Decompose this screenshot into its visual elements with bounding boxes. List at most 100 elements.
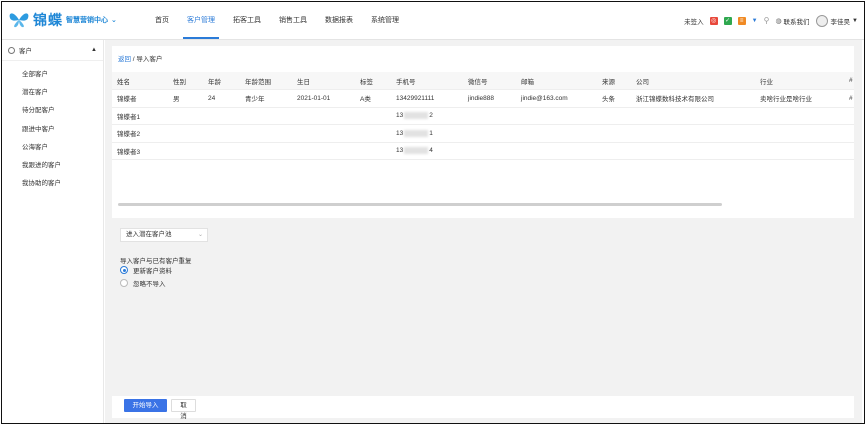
radio-checked-icon <box>120 266 128 274</box>
nav-prospecting-tools[interactable]: 拓客工具 <box>225 2 269 39</box>
chevron-up-icon: ▲ <box>91 47 97 53</box>
checkin-status: 未签入 <box>684 18 704 26</box>
masked-digits <box>404 147 429 155</box>
target-pool-select[interactable]: 进入潜在客户池 ⌄ <box>120 228 208 242</box>
breadcrumb: 返回 / 导入客户 <box>118 53 162 63</box>
logo-subtitle: 智慧营销中心 <box>66 17 108 24</box>
cell-source: 头条 <box>597 89 631 108</box>
table-row: 锦蝶者3 13 4 <box>112 142 854 160</box>
caret-down-icon[interactable]: ▼ <box>752 18 758 24</box>
import-options: 进入潜在客户池 ⌄ 导入客户与已有客户重复 更新客户资料 忽略不导入 <box>112 219 854 336</box>
radio-skip-label: 忽略不导入 <box>133 281 166 288</box>
chevron-down-icon: ⌄ <box>197 232 203 238</box>
orange-app-icon[interactable]: ≡ <box>737 16 746 25</box>
user-name: 李佳昊 <box>830 18 851 26</box>
column-header: 生日 <box>292 72 355 90</box>
horizontal-scrollbar[interactable] <box>118 203 722 206</box>
avatar <box>815 14 828 27</box>
sidebar-group-customers[interactable]: 客户 ▲ <box>2 40 103 61</box>
import-preview-panel: 返回 / 导入客户 姓名 性别 年龄 年龄范围 生日 标签 手机号 微信号 邮箱… <box>112 46 854 218</box>
butterfly-logo-icon <box>9 13 29 28</box>
table-row: 锦蝶者1 13 2 <box>112 107 854 125</box>
sidebar-item-all-customers[interactable]: 全部客户 <box>2 66 103 84</box>
target-pool-value: 进入潜在客户池 <box>126 231 172 238</box>
column-header: 标签 <box>355 72 391 90</box>
sidebar-item-my-followed[interactable]: 我跟进的客户 <box>2 157 103 175</box>
cell-name: 锦蝶者3 <box>112 142 168 160</box>
column-header: 公司 <box>631 72 755 90</box>
chevron-down-icon[interactable]: ⌄ <box>111 16 117 24</box>
cell-name: 锦蝶者1 <box>112 107 168 125</box>
column-header: 行业 <box>755 72 844 90</box>
logo-text: 锦蝶 <box>33 12 63 28</box>
cell-name: 锦蝶者2 <box>112 124 168 143</box>
table-header-row: 姓名 性别 年龄 年龄范围 生日 标签 手机号 微信号 邮箱 来源 公司 行业 … <box>112 72 854 90</box>
nav-customer-management[interactable]: 客户管理 <box>179 2 223 39</box>
sidebar-item-public-pool[interactable]: 公海客户 <box>2 139 103 157</box>
search-icon[interactable]: ⚲ <box>764 16 770 25</box>
column-header: 性别 <box>168 72 203 90</box>
back-link[interactable]: 返回 <box>118 56 131 63</box>
table-row: 锦蝶者2 13 1 <box>112 124 854 143</box>
sidebar-item-potential-customers[interactable]: 潜在客户 <box>2 84 103 102</box>
app-window: 锦蝶 智慧营销中心 ⌄ 首页 客户管理 拓客工具 销售工具 数据报表 系统管理 … <box>1 1 865 424</box>
masked-digits <box>404 129 429 137</box>
contact-us-label: 联系我们 <box>783 18 810 26</box>
cell-age: 24 <box>203 89 240 108</box>
column-header: 邮箱 <box>516 72 597 90</box>
action-footer: 开始导入 取消 <box>112 396 854 420</box>
customer-icon <box>8 46 15 54</box>
cell-phone: 13 4 <box>391 142 463 160</box>
cell-email: jindie@163.com <box>516 89 597 108</box>
logo[interactable]: 锦蝶 智慧营销中心 ⌄ <box>8 10 117 30</box>
column-header: 年龄范围 <box>240 72 292 90</box>
nav-sales-tools[interactable]: 销售工具 <box>271 2 315 39</box>
start-import-button[interactable]: 开始导入 <box>124 399 167 412</box>
duplicate-handling-label: 导入客户与已有客户重复 <box>120 258 192 265</box>
main-content: 返回 / 导入客户 姓名 性别 年龄 年龄范围 生日 标签 手机号 微信号 邮箱… <box>105 40 862 423</box>
cell-phone: 13 2 <box>391 107 463 125</box>
cell-phone: 13 1 <box>391 124 463 143</box>
radio-unchecked-icon <box>120 279 128 287</box>
column-header: 微信号 <box>463 72 516 90</box>
cell-age-range: 青少年 <box>240 89 292 108</box>
user-menu[interactable]: 李佳昊 ▼ <box>815 14 858 27</box>
sidebar-item-unassigned-customers[interactable]: 待分配客户 <box>2 102 103 120</box>
cell-industry: 卖啥行业是啥行业 <box>755 89 844 108</box>
column-header: 姓名 <box>112 72 168 90</box>
top-right-tools: 未签入 ◎ ✓ ≡ ▼ ⚲ ◍ 联系我们 李佳昊 ▼ <box>678 2 858 39</box>
sidebar-group-label: 客户 <box>19 48 32 55</box>
nav-home[interactable]: 首页 <box>147 2 177 39</box>
top-bar: 锦蝶 智慧营销中心 ⌄ 首页 客户管理 拓客工具 销售工具 数据报表 系统管理 … <box>2 2 864 40</box>
column-header: 年龄 <box>203 72 240 90</box>
cancel-button[interactable]: 取消 <box>171 399 196 420</box>
table-row: 锦蝶者 男 24 青少年 2021-01-01 A类 13429921111 j… <box>112 89 854 108</box>
sidebar: 客户 ▲ 全部客户 潜在客户 待分配客户 跟进中客户 公海客户 我跟进的客户 我… <box>2 40 104 423</box>
radio-skip-import[interactable]: 忽略不导入 <box>120 278 166 288</box>
main-nav: 首页 客户管理 拓客工具 销售工具 数据报表 系统管理 <box>147 2 409 39</box>
cell-name: 锦蝶者 <box>112 89 168 108</box>
green-app-icon[interactable]: ✓ <box>723 16 732 25</box>
nav-reports[interactable]: 数据报表 <box>317 2 361 39</box>
cell-extra: # <box>844 89 854 108</box>
cell-phone: 13429921111 <box>391 89 463 108</box>
radio-update-customer[interactable]: 更新客户资料 <box>120 265 172 275</box>
cell-company: 浙江锦蝶数科技术有限公司 <box>631 89 755 108</box>
masked-digits <box>404 112 429 120</box>
caret-down-icon: ▼ <box>852 17 858 24</box>
sidebar-item-my-assisted[interactable]: 我协助的客户 <box>2 175 103 193</box>
cell-birthday: 2021-01-01 <box>292 89 355 108</box>
column-header: 手机号 <box>391 72 463 90</box>
column-header: # <box>844 72 854 90</box>
red-app-icon[interactable]: ◎ <box>709 16 718 25</box>
cell-gender: 男 <box>168 89 203 108</box>
contact-us-link[interactable]: ◍ 联系我们 <box>775 16 809 26</box>
sidebar-item-following-customers[interactable]: 跟进中客户 <box>2 121 103 139</box>
radio-update-label: 更新客户资料 <box>133 268 172 275</box>
breadcrumb-current: 导入客户 <box>136 56 163 63</box>
import-preview-table: 姓名 性别 年龄 年龄范围 生日 标签 手机号 微信号 邮箱 来源 公司 行业 … <box>112 72 854 160</box>
globe-icon: ◍ <box>775 17 782 25</box>
cell-tag: A类 <box>355 89 391 108</box>
cell-wechat: jindie888 <box>463 89 516 108</box>
nav-system-management[interactable]: 系统管理 <box>363 2 407 39</box>
